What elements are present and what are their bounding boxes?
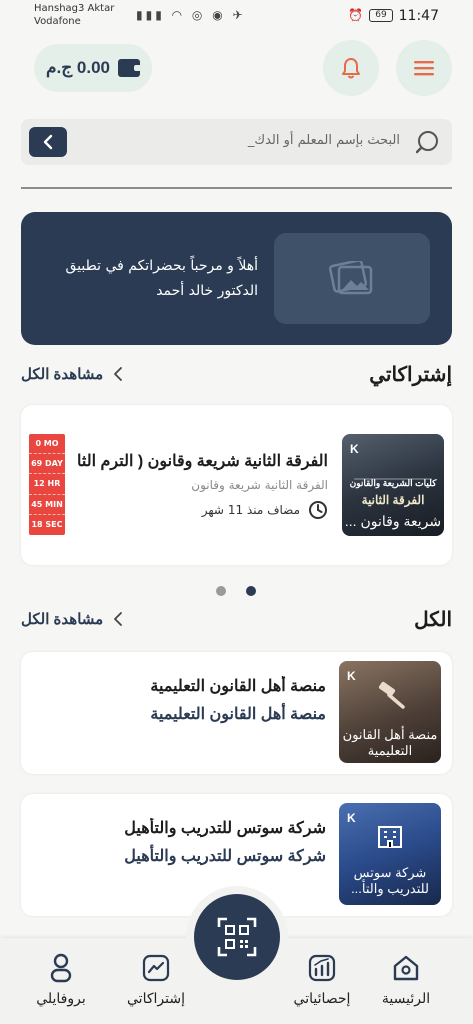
countdown-days: 69 DAY [29, 454, 65, 475]
wallet-balance: 0.00 ج.م [45, 58, 111, 77]
search-icon [415, 131, 438, 154]
list-item-title: شركة سوتس للتدريب والتأهيل [124, 820, 326, 837]
thumbnail-caption: منصة أهل القانون التعليمية [342, 727, 438, 758]
search-bar[interactable]: البحث بإسم المعلم أو الدك_ [21, 119, 452, 165]
nav-item-profile[interactable]: بروفايلي [21, 952, 101, 1007]
menu-button[interactable] [396, 40, 452, 96]
subscriptions-title: إشتراكاتي [369, 364, 452, 386]
subscription-card-subtitle: الفرقة الثانية شريعة وقانون [191, 478, 328, 492]
pager-dot[interactable] [216, 586, 226, 596]
banner-image-placeholder [274, 233, 430, 324]
qr-scan-icon [217, 917, 257, 957]
course-thumbnail: K كليات الشريعة والقانون الفرقة الثانية … [342, 434, 444, 536]
menu-icon [414, 61, 434, 76]
welcome-banner: أهلاً و مرحباً بحضراتكم في تطبيق الدكتور… [21, 212, 452, 345]
person-icon [50, 953, 72, 983]
image-icon [329, 260, 373, 294]
added-time-label: مضاف منذ 11 شهر [201, 503, 300, 517]
countdown-seconds: 18 SEC [31, 519, 63, 529]
carrier-name-2: Vodafone [34, 16, 81, 27]
countdown-timer: 0 MO 69 DAY 12 HR 45 MIN 18 SEC [29, 434, 65, 535]
nav-label: الرئيسية [381, 990, 431, 1006]
see-all-label: مشاهدة الكل [21, 611, 104, 628]
chart-line-icon [142, 954, 170, 982]
status-bar: Hanshag3 Aktar Vodafone ▮▮▮ ◠ ◎ ◉ ✈ ⏰ 69… [0, 0, 473, 34]
chevron-left-icon [114, 612, 123, 626]
notifications-button[interactable] [323, 40, 379, 96]
list-item-subtitle: شركة سوتس للتدريب والتأهيل [124, 848, 326, 865]
stats-icon [308, 954, 336, 982]
thumbnail-subheading: الفرقة الثانية [361, 493, 425, 507]
chevron-left-icon [114, 367, 123, 381]
thumbnail-caption: شركة سوتس للتدريب والتأ... [351, 865, 429, 896]
building-icon [378, 826, 402, 848]
pager-dot-active[interactable] [246, 586, 256, 596]
bell-icon [342, 58, 360, 79]
all-title: الكل [414, 609, 452, 631]
home-icon [393, 955, 419, 981]
all-see-all-link[interactable]: مشاهدة الكل [21, 610, 123, 628]
clock: 11:47 [398, 8, 439, 24]
nav-label: إشتراكاتي [127, 990, 185, 1006]
nav-item-subscriptions[interactable]: إشتراكاتي [116, 952, 196, 1007]
thumbnail-caption: شريعة وقانون ... [344, 513, 442, 529]
gavel-icon [378, 681, 405, 709]
search-input[interactable]: البحث بإسم المعلم أو الدك_ [248, 133, 400, 148]
see-all-label: مشاهدة الكل [21, 366, 104, 383]
brand-k-logo: K [347, 669, 356, 683]
countdown-months: 0 MO [29, 434, 65, 455]
qr-scan-button[interactable] [194, 894, 280, 980]
nav-item-home[interactable]: الرئيسية [366, 952, 446, 1007]
list-item-subtitle: منصة أهل القانون التعليمية [150, 706, 326, 723]
subscriptions-see-all-link[interactable]: مشاهدة الكل [21, 365, 123, 383]
list-item-title: منصة أهل القانون التعليمية [150, 678, 326, 695]
countdown-minutes: 45 MIN [29, 495, 65, 515]
chevron-left-icon [43, 134, 53, 150]
platform-thumbnail: K منصة أهل القانون التعليمية [339, 661, 441, 763]
thumbnail-heading: كليات الشريعة والقانون [349, 478, 437, 488]
nav-item-stats[interactable]: إحصائياتي [282, 952, 362, 1007]
list-item[interactable]: K منصة أهل القانون التعليمية منصة أهل ال… [21, 652, 452, 774]
battery-indicator: 69 [369, 9, 393, 22]
clock-icon [309, 501, 327, 519]
building-illustration [354, 460, 432, 480]
countdown-hours: 12 HR [29, 474, 65, 495]
subscription-card[interactable]: K كليات الشريعة والقانون الفرقة الثانية … [21, 405, 452, 565]
divider [21, 187, 452, 189]
subscription-card-title: الفرقة الثانية شريعة وقانون ( الترم الثا… [78, 453, 328, 470]
brand-k-logo: K [350, 442, 359, 456]
alarm-icon: ⏰ [348, 8, 363, 22]
platform-thumbnail: K شركة سوتس للتدريب والتأ... [339, 803, 441, 905]
status-icons: ▮▮▮ ◠ ◎ ◉ ✈ [136, 8, 246, 22]
banner-text: أهلاً و مرحباً بحضراتكم في تطبيق الدكتور… [65, 258, 258, 299]
wallet-icon [118, 59, 142, 77]
nav-label: بروفايلي [36, 990, 86, 1006]
wallet-balance-button[interactable]: 0.00 ج.م [34, 44, 152, 92]
nav-label: إحصائياتي [293, 990, 351, 1006]
added-time: مضاف منذ 11 شهر [202, 500, 328, 520]
carrier-name-1: Hanshag3 Aktar [34, 3, 115, 14]
brand-k-logo: K [347, 811, 356, 825]
search-submit-button[interactable] [29, 127, 67, 157]
